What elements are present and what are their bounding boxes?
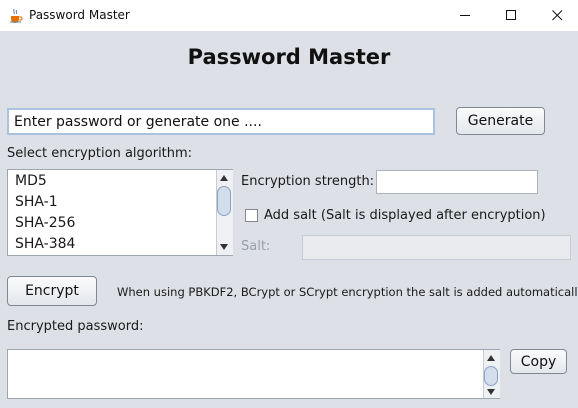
add-salt-label[interactable]: Add salt (Salt is displayed after encryp…	[264, 208, 546, 223]
close-button[interactable]	[534, 0, 578, 31]
scroll-up-arrow-icon[interactable]	[216, 171, 232, 185]
scroll-down-arrow-icon[interactable]	[216, 240, 232, 254]
maximize-icon	[505, 10, 516, 20]
password-input[interactable]	[7, 108, 435, 135]
window-title: Password Master	[29, 8, 130, 22]
maximize-button[interactable]	[488, 0, 534, 31]
minimize-button[interactable]	[442, 0, 488, 31]
encrypt-note: When using PBKDF2, BCrypt or SCrypt encr…	[117, 285, 578, 299]
list-item[interactable]: SHA-384	[15, 236, 75, 252]
java-cup-icon	[8, 7, 23, 23]
algorithm-label: Select encryption algorithm:	[7, 146, 193, 161]
salt-label: Salt:	[241, 239, 271, 254]
strength-input[interactable]	[376, 170, 538, 194]
scrollbar-thumb[interactable]	[217, 186, 231, 216]
encrypt-button[interactable]: Encrypt	[7, 276, 97, 306]
list-item[interactable]: MD5	[15, 173, 47, 189]
scroll-down-arrow-icon[interactable]	[483, 386, 499, 398]
encrypted-password-label: Encrypted password:	[7, 319, 144, 334]
page-title: Password Master	[187, 45, 391, 69]
generate-button[interactable]: Generate	[456, 107, 545, 135]
algorithm-list[interactable]: MD5 SHA-1 SHA-256 SHA-384	[7, 169, 233, 256]
copy-button[interactable]: Copy	[510, 349, 567, 374]
close-icon	[551, 10, 562, 21]
list-item[interactable]: SHA-256	[15, 215, 75, 231]
add-salt-checkbox[interactable]	[245, 209, 258, 222]
minimize-icon	[459, 15, 470, 16]
scrollbar-thumb[interactable]	[484, 366, 498, 386]
list-item[interactable]: SHA-1	[15, 194, 58, 210]
encrypted-password-output[interactable]	[7, 349, 500, 399]
scroll-up-arrow-icon[interactable]	[483, 352, 499, 364]
strength-label: Encryption strength:	[241, 174, 375, 189]
salt-input[interactable]	[302, 235, 571, 260]
